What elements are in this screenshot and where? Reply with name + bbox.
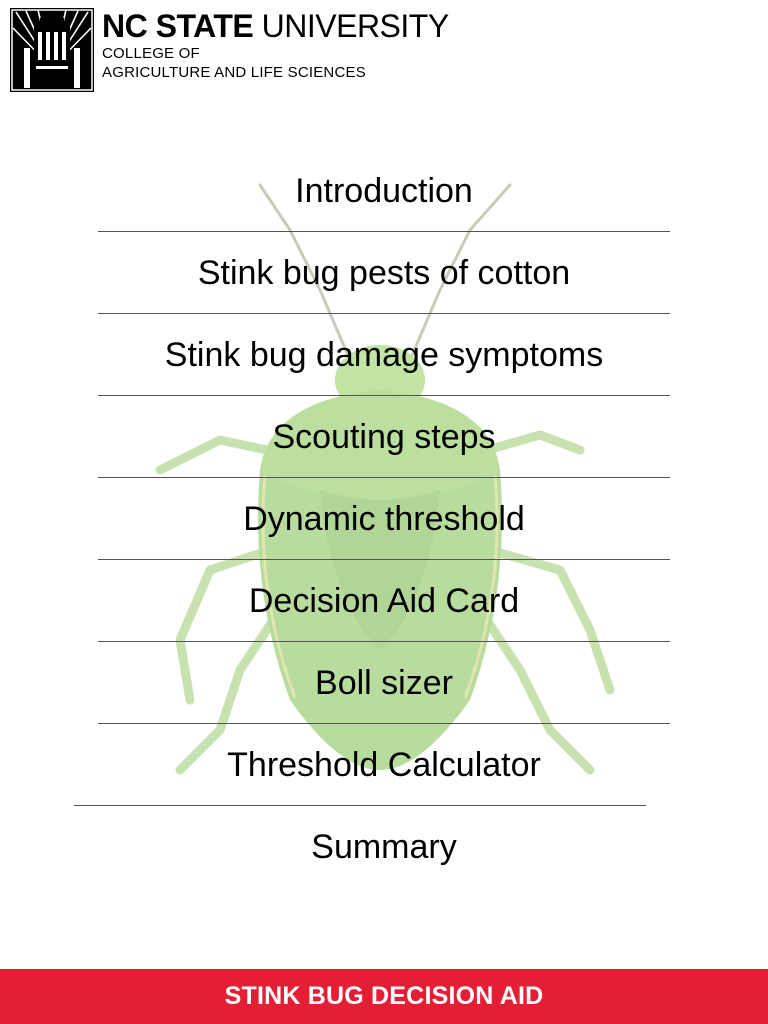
menu-item-boll-sizer[interactable]: Boll sizer [98,642,670,724]
app-screen: NC STATE UNIVERSITY COLLEGE OF AGRICULTU… [0,0,768,1024]
menu-item-summary[interactable]: Summary [98,806,670,888]
ncsu-logo: NC STATE UNIVERSITY COLLEGE OF AGRICULTU… [10,8,449,94]
footer-banner: STINK BUG DECISION AID [0,969,768,1024]
college-line-2: AGRICULTURE AND LIFE SCIENCES [102,64,366,81]
menu-item-threshold-calculator[interactable]: Threshold Calculator [98,724,670,806]
logo-wordmark: NC STATE UNIVERSITY COLLEGE OF AGRICULTU… [102,8,449,82]
menu-item-label: Threshold Calculator [227,745,541,784]
menu-item-label: Decision Aid Card [248,581,520,620]
menu-item-decision-aid-card[interactable]: Decision Aid Card [98,560,670,642]
menu-item-label: Summary [311,827,457,866]
menu-item-dynamic-threshold[interactable]: Dynamic threshold [98,478,670,560]
menu-item-label: Boll sizer [315,663,453,702]
menu-item-label: Scouting steps [272,417,496,456]
university-name-light: UNIVERSITY [261,8,450,44]
college-line-1: COLLEGE OF [102,45,200,62]
menu-item-stink-bug-pests[interactable]: Stink bug pests of cotton [98,232,670,314]
menu-item-label: Stink bug damage symptoms [164,335,604,374]
university-name: NC STATE UNIVERSITY [102,8,449,44]
app-title: STINK BUG DECISION AID [224,982,544,1010]
university-name-bold: NC STATE [102,8,254,44]
menu-item-label: Stink bug pests of cotton [197,253,571,292]
menu-item-introduction[interactable]: Introduction [98,150,670,232]
menu-item-scouting-steps[interactable]: Scouting steps [98,396,670,478]
ncsu-belltower-icon [10,8,94,92]
menu-item-damage-symptoms[interactable]: Stink bug damage symptoms [98,314,670,396]
menu-item-label: Dynamic threshold [243,499,525,538]
menu-item-label: Introduction [295,171,473,210]
